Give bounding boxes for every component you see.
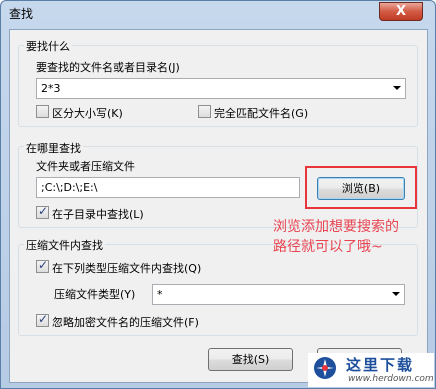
folder-input[interactable]: ;C:\;D:\;E:\	[36, 177, 300, 198]
chevron-down-icon[interactable]	[392, 292, 400, 296]
watermark-url: www.herdown.com	[348, 374, 434, 384]
find-button[interactable]: 查找(S)	[208, 348, 293, 371]
watermark-name: 这里下载	[346, 356, 415, 374]
subdirs-checkbox[interactable]	[36, 204, 49, 219]
case-sensitive-label[interactable]: 区分大小写(K)	[52, 105, 123, 121]
close-button[interactable]: X	[379, 2, 423, 21]
close-icon: X	[395, 4, 407, 19]
dialog-title: 查找	[9, 7, 34, 21]
file-name-combo[interactable]: 2*3	[36, 78, 406, 99]
browse-highlight-box	[305, 166, 417, 209]
archive-type-combo[interactable]: *	[152, 284, 405, 305]
watermark: 这里下载 www.herdown.com	[308, 353, 434, 387]
whole-name-label[interactable]: 完全匹配文件名(G)	[214, 105, 308, 121]
site-logo-icon	[314, 357, 336, 379]
folder-value: ;C:\;D:\;E:\	[41, 181, 98, 194]
folder-label: 文件夹或者压缩文件	[36, 160, 135, 173]
file-name-value: 2*3	[41, 82, 61, 95]
archive-type-label: 压缩文件类型(Y)	[54, 288, 136, 301]
title-bar[interactable]: 查找 X	[1, 1, 435, 25]
file-name-label: 要查找的文件名或者目录名(J)	[36, 61, 180, 74]
ignore-encrypted-checkbox[interactable]	[36, 312, 49, 327]
whole-name-checkbox[interactable]	[198, 105, 211, 118]
group-what-label: 要找什么	[24, 38, 72, 54]
chevron-down-icon[interactable]	[393, 86, 401, 90]
search-archives-checkbox[interactable]	[36, 258, 49, 273]
search-archives-label[interactable]: 在下列类型压缩文件内查找(Q)	[52, 260, 201, 276]
annotation-line-1: 浏览添加想要搜索的	[273, 219, 399, 235]
archive-type-value: *	[157, 288, 163, 301]
case-sensitive-checkbox[interactable]	[36, 105, 49, 118]
group-archive-label: 压缩文件内查找	[24, 237, 105, 253]
ignore-encrypted-label[interactable]: 忽略加密文件名的压缩文件(F)	[52, 314, 199, 330]
annotation-line-2: 路径就可以了哦~	[273, 239, 383, 255]
group-where-label: 在哪里查找	[24, 140, 83, 156]
subdirs-label[interactable]: 在子目录中查找(L)	[52, 206, 144, 222]
